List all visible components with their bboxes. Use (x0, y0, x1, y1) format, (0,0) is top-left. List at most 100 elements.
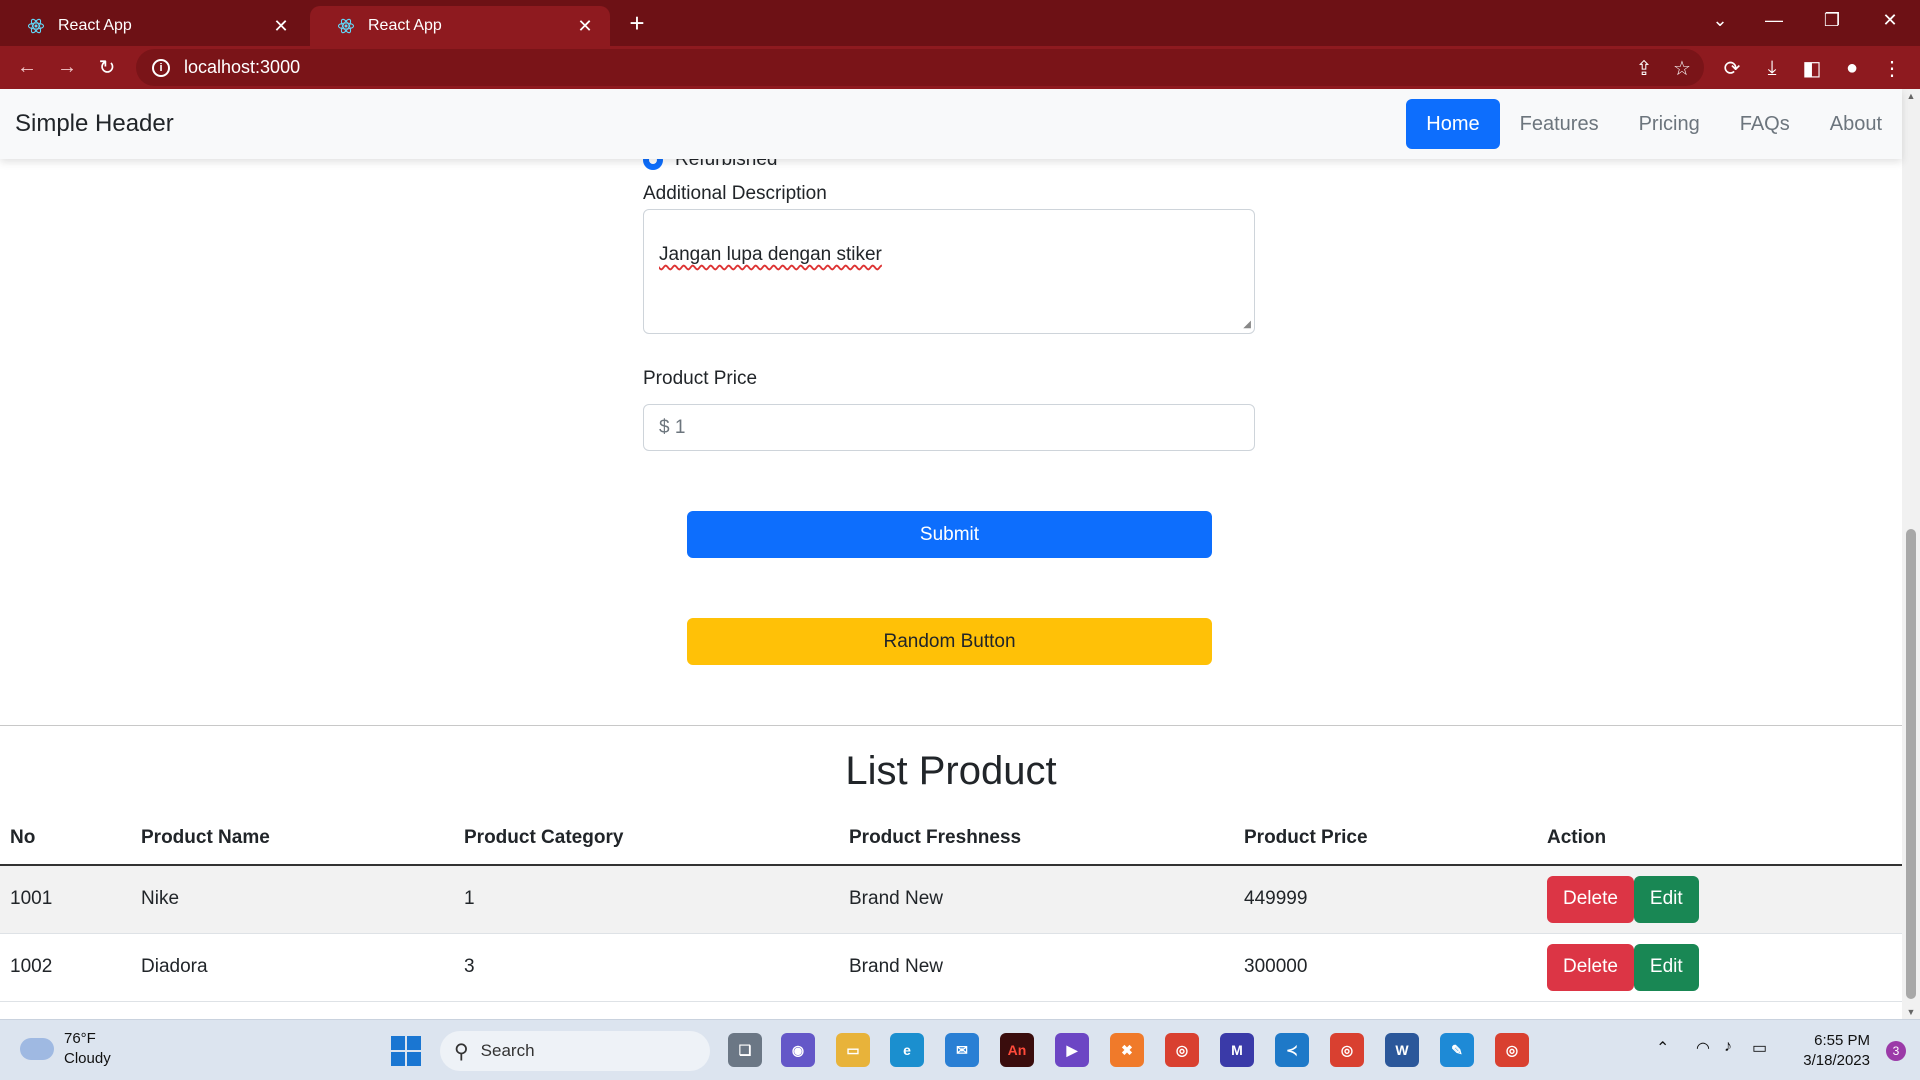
react-icon (336, 16, 356, 36)
nav-link-home[interactable]: Home (1406, 99, 1500, 149)
edge-icon[interactable]: e (890, 1033, 924, 1067)
submit-button[interactable]: Submit (687, 511, 1212, 558)
notification-badge[interactable]: 3 (1886, 1041, 1906, 1061)
react-icon (26, 16, 46, 36)
browser-tab-strip: React App ✕ React App ✕ + ⌄ — ❐ ✕ (0, 0, 1920, 46)
table-row: 1001 Nike 1 Brand New 449999 Delete Edit (0, 865, 1902, 934)
list-title: List Product (845, 749, 1057, 793)
cell-name: Diadora (131, 933, 454, 1002)
price-value: $ 1 (659, 416, 686, 438)
scrollbar-thumb[interactable] (1906, 529, 1916, 999)
menu-icon[interactable]: ⋮ (1878, 54, 1906, 82)
bookmark-star-icon[interactable]: ☆ (1668, 54, 1696, 82)
search-icon: ⚲ (454, 1040, 469, 1063)
extension-icon[interactable]: ⟳ (1718, 54, 1746, 82)
site-info-icon[interactable]: i (152, 58, 170, 77)
cell-price: 449999 (1234, 865, 1537, 934)
browser-toolbar: ← → ↻ i localhost:3000 ⇪ ☆ ⟳ ⤓ ◧ ● ⋮ (0, 46, 1920, 89)
random-button[interactable]: Random Button (687, 618, 1212, 665)
app-icon[interactable]: ▶ (1055, 1033, 1089, 1067)
cell-name: Nike (131, 865, 454, 934)
new-tab-icon[interactable]: + (622, 8, 652, 38)
close-tab-icon[interactable]: ✕ (574, 15, 596, 37)
chrome-active-icon[interactable]: ◎ (1330, 1033, 1364, 1067)
clock[interactable]: 6:55 PM 3/18/2023 (1803, 1031, 1870, 1071)
chrome-icon[interactable]: ◎ (1495, 1033, 1529, 1067)
app-icon[interactable]: M (1220, 1033, 1254, 1067)
delete-button[interactable]: Delete (1547, 943, 1634, 991)
adobe-animate-icon[interactable]: An (1000, 1033, 1034, 1067)
cloud-icon (20, 1038, 54, 1060)
xampp-icon[interactable]: ✖ (1110, 1033, 1144, 1067)
divider (0, 725, 1902, 726)
description-textarea[interactable]: Jangan lupa dengan stiker ◢ (643, 209, 1255, 334)
description-label: Additional Description (643, 183, 827, 204)
nav-link-about[interactable]: About (1810, 99, 1902, 149)
nav-link-pricing[interactable]: Pricing (1619, 99, 1720, 149)
vscode-icon[interactable]: ≺ (1275, 1033, 1309, 1067)
description-value: Jangan lupa dengan stiker (659, 244, 882, 265)
reload-icon[interactable]: ↻ (92, 52, 122, 82)
profile-icon[interactable]: ● (1838, 54, 1866, 82)
resize-grip-icon[interactable]: ◢ (1243, 319, 1251, 330)
tab-title: React App (58, 17, 132, 34)
restore-icon[interactable]: ❐ (1812, 0, 1852, 40)
clock-date: 3/18/2023 (1803, 1052, 1870, 1069)
tab-search-icon[interactable]: ⌄ (1700, 0, 1740, 40)
nav-link-faqs[interactable]: FAQs (1720, 99, 1810, 149)
download-icon[interactable]: ⤓ (1758, 54, 1786, 82)
side-panel-icon[interactable]: ◧ (1798, 54, 1826, 82)
battery-icon[interactable]: ▭ (1752, 1038, 1767, 1058)
paint-icon[interactable]: ✎ (1440, 1033, 1474, 1067)
price-label: Product Price (643, 368, 758, 389)
table-row: 1002 Diadora 3 Brand New 300000 Delete E… (0, 933, 1902, 1002)
clock-time: 6:55 PM (1814, 1032, 1870, 1049)
scroll-down-icon[interactable]: ▼ (1906, 1007, 1916, 1017)
cell-category: 3 (454, 933, 839, 1002)
word-icon[interactable]: W (1385, 1033, 1419, 1067)
edit-button[interactable]: Edit (1633, 875, 1699, 923)
mail-icon[interactable]: ✉ (945, 1033, 979, 1067)
windows-start-icon[interactable] (391, 1036, 421, 1066)
task-view-icon[interactable]: ❏ (728, 1033, 762, 1067)
col-header-action: Action (1537, 811, 1902, 866)
taskbar-search[interactable]: ⚲ Search (440, 1031, 710, 1071)
table-header-row: No Product Name Product Category Product… (0, 811, 1902, 866)
col-header-freshness: Product Freshness (839, 811, 1234, 866)
brand-title[interactable]: Simple Header (15, 110, 174, 138)
teams-chat-icon[interactable]: ◉ (781, 1033, 815, 1067)
weather-widget[interactable]: 76°F Cloudy (20, 1029, 111, 1069)
col-header-category: Product Category (454, 811, 839, 866)
cell-freshness: Brand New (839, 933, 1234, 1002)
cell-no: 1002 (0, 933, 131, 1002)
delete-button[interactable]: Delete (1547, 875, 1634, 923)
nav-link-features[interactable]: Features (1500, 99, 1619, 149)
page-scrollbar[interactable]: ▲ ▼ (1902, 89, 1920, 1019)
cell-price: 300000 (1234, 933, 1537, 1002)
price-input[interactable]: $ 1 (643, 404, 1255, 451)
back-icon[interactable]: ← (12, 52, 42, 82)
product-table: No Product Name Product Category Product… (0, 811, 1902, 1002)
share-icon[interactable]: ⇪ (1630, 54, 1658, 82)
page-viewport: Simple Header Home Features Pricing FAQs… (0, 89, 1920, 1019)
taskbar: 76°F Cloudy ⚲ Search ❏ ◉ ▭ e ✉ An ▶ ✖ ◎ … (0, 1019, 1920, 1080)
close-tab-icon[interactable]: ✕ (270, 15, 292, 37)
search-label: Search (480, 1041, 535, 1060)
chrome-icon[interactable]: ◎ (1165, 1033, 1199, 1067)
forward-icon[interactable]: → (52, 52, 82, 82)
col-header-name: Product Name (131, 811, 454, 866)
edit-button[interactable]: Edit (1633, 943, 1699, 991)
browser-tab[interactable]: React App ✕ (0, 6, 306, 46)
address-bar[interactable]: i localhost:3000 (136, 49, 1704, 86)
file-explorer-icon[interactable]: ▭ (836, 1033, 870, 1067)
browser-tab-active[interactable]: React App ✕ (310, 6, 610, 46)
volume-icon[interactable]: ♪ (1724, 1038, 1732, 1056)
tab-title: React App (368, 17, 442, 34)
wifi-icon[interactable]: ◠ (1696, 1038, 1710, 1058)
cell-freshness: Brand New (839, 865, 1234, 934)
scroll-up-icon[interactable]: ▲ (1906, 91, 1916, 101)
close-window-icon[interactable]: ✕ (1870, 0, 1910, 40)
cell-action: Delete Edit (1537, 933, 1902, 1002)
minimize-icon[interactable]: — (1754, 0, 1794, 40)
tray-overflow-icon[interactable]: ⌃ (1656, 1038, 1669, 1058)
